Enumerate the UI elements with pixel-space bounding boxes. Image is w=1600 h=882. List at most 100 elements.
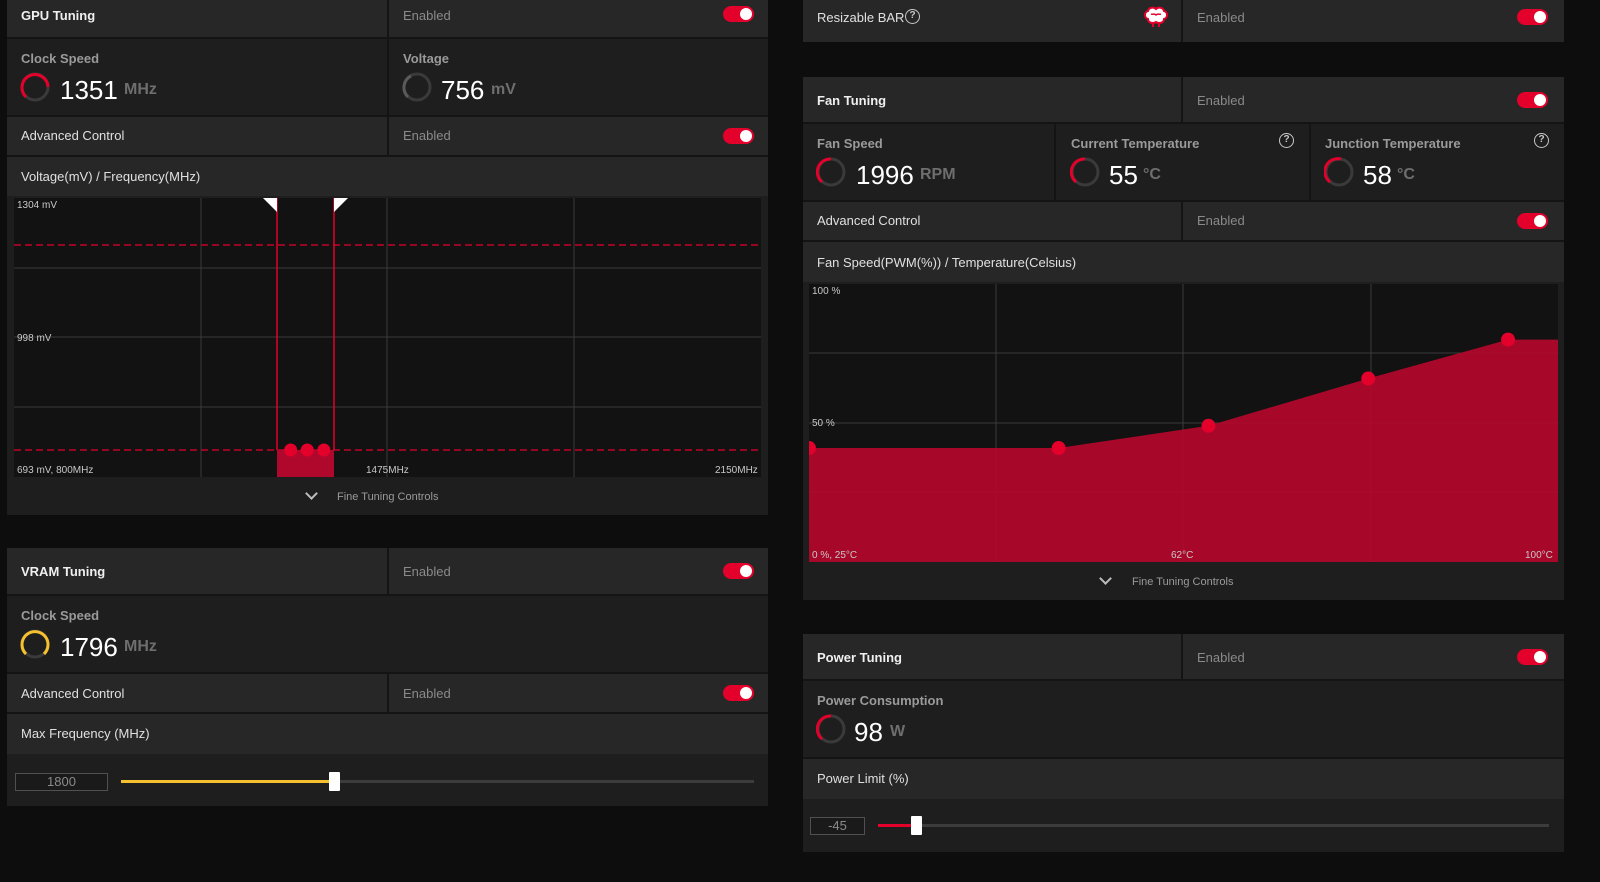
- gpu-vf-chart[interactable]: 1304 mV 998 mV 693 mV, 800MHz 1475MHz 21…: [14, 198, 761, 477]
- fan-curve-point[interactable]: [1501, 332, 1516, 347]
- fan-advanced-control-row: Advanced Control Enabled: [803, 202, 1564, 240]
- gpu-curve-title-row: Voltage(mV) / Frequency(MHz): [7, 157, 768, 196]
- fan-curve-point[interactable]: [1051, 441, 1066, 456]
- vram-clock-gauge-icon: [20, 629, 50, 659]
- fan-curve-title-row: Fan Speed(PWM(%)) / Temperature(Celsius): [803, 242, 1564, 282]
- gpu-fine-tuning-controls-link[interactable]: Fine Tuning Controls: [337, 491, 439, 503]
- gpu-clock-speed-unit: MHz: [124, 81, 157, 98]
- gpu-tuning-toggle[interactable]: [723, 6, 754, 22]
- gpu-tuning-panel: GPU Tuning Enabled Clock Speed 1351 MHz …: [7, 0, 768, 515]
- fan-curve-point[interactable]: [1361, 371, 1376, 386]
- current-temperature-help-icon[interactable]: ?: [1279, 133, 1294, 148]
- gpu-clock-speed-label: Clock Speed: [21, 51, 100, 66]
- fan-chart-top-label: 100 %: [812, 286, 841, 297]
- fan-speed-unit: RPM: [920, 166, 956, 183]
- power-limit-track[interactable]: [878, 824, 1549, 827]
- fan-speed-gauge-icon: [816, 157, 846, 187]
- fan-tuning-panel: Fan Tuning Enabled Fan Speed 1996 RPM Cu…: [803, 77, 1564, 600]
- resizable-bar-help-icon[interactable]: ?: [905, 9, 920, 24]
- gpu-voltage-label: Voltage: [403, 51, 449, 66]
- gpu-voltage-value: 756: [441, 75, 485, 105]
- power-consumption-unit: W: [890, 723, 906, 740]
- vram-max-frequency-input[interactable]: 1800: [15, 773, 108, 791]
- gpu-clock-gauge-icon: [20, 72, 50, 102]
- vram-tuning-header: VRAM Tuning Enabled: [7, 548, 768, 594]
- gpu-tuning-title: GPU Tuning: [21, 8, 96, 23]
- power-tuning-header: Power Tuning Enabled: [803, 634, 1564, 679]
- vram-max-frequency-thumb[interactable]: [328, 772, 340, 791]
- fan-speed-value: 1996: [856, 160, 914, 190]
- power-consumption-label: Power Consumption: [817, 693, 944, 708]
- power-limit-thumb[interactable]: [910, 816, 922, 835]
- vram-max-frequency-label: Max Frequency (MHz): [21, 726, 150, 741]
- vram-advanced-control-toggle[interactable]: [723, 685, 754, 701]
- gpu-voltage-unit: mV: [491, 81, 516, 98]
- power-tuning-toggle[interactable]: [1517, 649, 1548, 665]
- vf-curve-point[interactable]: [284, 443, 298, 457]
- fan-tuning-toggle[interactable]: [1517, 92, 1548, 108]
- gpu-advanced-control-toggle[interactable]: [723, 128, 754, 144]
- gpu-fine-tuning-chevron-icon[interactable]: [305, 487, 318, 500]
- vram-clock-speed-unit: MHz: [124, 638, 157, 655]
- gpu-curve-title: Voltage(mV) / Frequency(MHz): [21, 169, 201, 184]
- current-temperature-gauge-icon: [1070, 157, 1100, 187]
- fan-tuning-title: Fan Tuning: [817, 93, 887, 108]
- vram-tuning-status: Enabled: [403, 564, 451, 579]
- fan-chart-mid-label: 50 %: [812, 418, 835, 429]
- fan-chart-bottom-right-label: 100°C: [1525, 550, 1553, 561]
- junction-temperature-help-icon[interactable]: ?: [1534, 133, 1549, 148]
- vram-tuning-toggle[interactable]: [723, 563, 754, 579]
- fan-curve-chart[interactable]: 100 % 50 % 0 %, 25°C 62°C 100°C: [809, 284, 1558, 562]
- vram-advanced-control-status: Enabled: [403, 686, 451, 701]
- fan-fine-tuning-controls-link[interactable]: Fine Tuning Controls: [1132, 576, 1234, 588]
- fan-chart-bottom-mid-label: 62°C: [1171, 550, 1194, 561]
- fan-curve-title: Fan Speed(PWM(%)) / Temperature(Celsius): [817, 255, 1077, 270]
- gpu-chart-bottom-left-label: 693 mV, 800MHz: [17, 465, 94, 476]
- junction-temperature-label: Junction Temperature: [1325, 136, 1461, 151]
- vf-curve-point[interactable]: [317, 443, 331, 457]
- vf-curve-point[interactable]: [300, 443, 314, 457]
- fan-curve-point[interactable]: [1201, 418, 1216, 433]
- gpu-voltage-gauge-icon: [402, 72, 432, 102]
- power-limit-row: Power Limit (%): [803, 759, 1564, 799]
- fan-fine-tuning-chevron-icon[interactable]: [1099, 572, 1112, 585]
- fan-chart-bottom-left-label: 0 %, 25°C: [812, 550, 858, 561]
- power-tuning-status: Enabled: [1197, 650, 1245, 665]
- power-metrics-row: Power Consumption 98 W: [803, 681, 1564, 757]
- gpu-advanced-control-row: Advanced Control Enabled: [7, 117, 768, 155]
- resizable-bar-status: Enabled: [1197, 10, 1245, 25]
- current-temperature-label: Current Temperature: [1071, 136, 1200, 151]
- fan-speed-label: Fan Speed: [817, 136, 883, 151]
- vram-tuning-title: VRAM Tuning: [21, 564, 106, 579]
- vram-advanced-control-label: Advanced Control: [21, 686, 125, 701]
- gpu-clock-speed-value: 1351: [60, 75, 118, 105]
- vram-tuning-panel: VRAM Tuning Enabled Clock Speed 1796 MHz…: [7, 548, 768, 806]
- fan-tuning-status: Enabled: [1197, 93, 1245, 108]
- gpu-advanced-control-status: Enabled: [403, 128, 451, 143]
- power-limit-label: Power Limit (%): [817, 771, 909, 786]
- vram-metrics-row: Clock Speed 1796 MHz: [7, 596, 768, 672]
- gpu-chart-mid-label: 998 mV: [17, 333, 52, 344]
- vram-max-frequency-row: Max Frequency (MHz): [7, 714, 768, 754]
- gpu-tuning-header: GPU Tuning Enabled: [7, 0, 768, 37]
- gpu-advanced-control-label: Advanced Control: [21, 128, 125, 143]
- current-temperature-value: 55: [1109, 160, 1138, 190]
- fan-tuning-header: Fan Tuning Enabled: [803, 77, 1564, 122]
- vram-clock-speed-value: 1796: [60, 632, 118, 662]
- power-consumption-value: 98: [854, 717, 883, 747]
- fan-metrics-row: Fan Speed 1996 RPM Current Temperature ?…: [803, 124, 1564, 200]
- gpu-chart-bottom-mid-label: 1475MHz: [366, 465, 409, 476]
- resizable-bar-panel: Resizable BAR ? Enabled: [803, 0, 1564, 42]
- fan-advanced-control-toggle[interactable]: [1517, 213, 1548, 229]
- power-tuning-panel: Power Tuning Enabled Power Consumption 9…: [803, 634, 1564, 852]
- brain-icon: [1144, 6, 1168, 27]
- current-temperature-unit: °C: [1143, 166, 1161, 183]
- power-tuning-title: Power Tuning: [817, 650, 902, 665]
- resizable-bar-toggle[interactable]: [1517, 9, 1548, 25]
- power-limit-fill: [878, 824, 916, 827]
- power-limit-input[interactable]: -45: [810, 817, 865, 835]
- vram-max-frequency-fill: [121, 780, 334, 783]
- resizable-bar-label: Resizable BAR: [817, 10, 905, 25]
- power-consumption-gauge-icon: [816, 714, 846, 744]
- vram-advanced-control-row: Advanced Control Enabled: [7, 674, 768, 712]
